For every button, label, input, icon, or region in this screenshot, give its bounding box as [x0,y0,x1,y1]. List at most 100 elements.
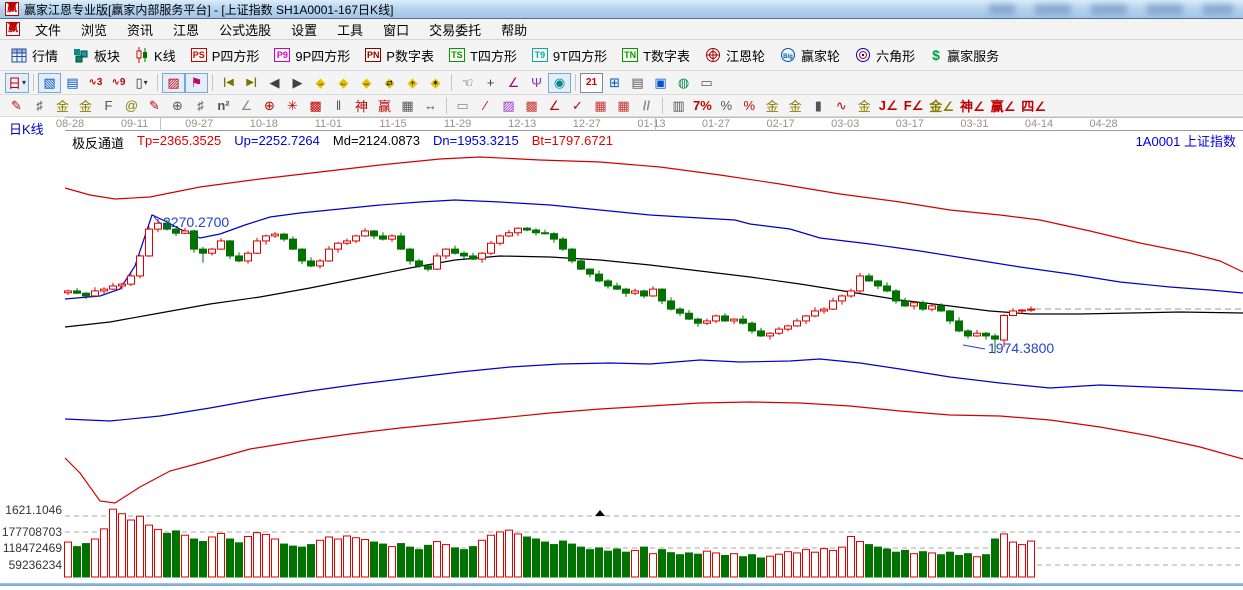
save-button[interactable]: ▣ [649,73,672,93]
menu-gann[interactable]: 江恩 [163,19,209,39]
hand-tool-button[interactable]: ☜ [456,73,479,93]
zoom-h-expand-button[interactable]: ◆↔ [355,73,378,93]
grid-red-1-button[interactable]: ▦ [589,97,612,115]
quotes-button[interactable]: 行情 [5,44,67,67]
9t-square-button[interactable]: T99T四方形 [526,44,616,67]
crosshair-tool-button[interactable]: + [479,73,502,93]
menu-help[interactable]: 帮助 [491,19,537,39]
f-angle-button[interactable]: F∠ [901,97,927,115]
menu-browse[interactable]: 浏览 [71,19,117,39]
brush-tool-button[interactable]: ✎ [5,97,28,115]
chart-style-button[interactable]: ▧ [38,73,61,93]
four-angle-button[interactable]: 四∠ [1018,97,1049,115]
ray-fan-button[interactable]: ∕ [474,97,497,115]
wave-9-button[interactable]: ∿9 [107,73,130,93]
winner-wheel-button[interactable]: Big赢家轮 [774,44,849,67]
fib-lines-button[interactable]: F [97,97,120,115]
first-page-button[interactable]: |◀ [217,73,240,93]
notes-button[interactable]: ▤ [626,73,649,93]
print-button[interactable]: ▭ [695,73,718,93]
spiral-tool-button[interactable]: @ [120,97,143,115]
pen-bars-button[interactable]: ▮ [807,97,830,115]
winner-service-button[interactable]: $赢家服务 [924,44,1008,67]
t-square-button[interactable]: TST四方形 [443,44,526,67]
stat-bars-button[interactable]: ▥ [667,97,690,115]
titlebar-blurred-item[interactable] [1147,4,1183,15]
zoom-reset-button[interactable]: ◆✶ [424,73,447,93]
mesh-box-button[interactable]: ▩ [520,97,543,115]
pct-button[interactable]: % [715,97,738,115]
menu-tools[interactable]: 工具 [327,19,373,39]
web-page-button[interactable]: ◍ [672,73,695,93]
wave-3-button[interactable]: ∿3 [84,73,107,93]
calendar-button[interactable]: 21 [580,73,603,93]
golden-section-h-button[interactable]: 金 [51,97,74,115]
t-number-table-button[interactable]: TNT数字表 [616,44,699,67]
zoom-out-left-button[interactable]: ◆→ [309,73,332,93]
curve-check-button[interactable]: ✓ [566,97,589,115]
chart-canvas[interactable]: 1621.1046177708703118472469592362342270.… [0,117,1243,583]
trend-pen-button[interactable]: ✎ [143,97,166,115]
titlebar-blurred-item[interactable] [989,4,1015,15]
sectors-button[interactable]: 板块 [67,44,129,67]
hexagon-button[interactable]: 六角形 [849,44,924,67]
h-measure-button[interactable]: ↔ [419,97,442,115]
single-kline-button[interactable]: ▯▾ [130,73,153,93]
diagonal-box-button[interactable]: ▨ [497,97,520,115]
angle-tool-button[interactable]: ∠ [502,73,525,93]
gold-line-button[interactable]: 金 [784,97,807,115]
mind-map-button[interactable]: ◉ [548,73,571,93]
chart-region[interactable]: 1621.1046177708703118472469592362342270.… [0,117,1243,583]
menu-file[interactable]: 文件 [25,19,71,39]
p-number-table-button[interactable]: PNP数字表 [359,44,443,67]
square-web-button[interactable]: ▩ [304,97,327,115]
zoom-h-shrink-button[interactable]: ◆⇄ [378,73,401,93]
pct-line-button[interactable]: % [738,97,761,115]
titlebar-blurred-item[interactable] [1203,4,1233,15]
menu-settings[interactable]: 设置 [281,19,327,39]
angle-pencil-button[interactable]: ∠ [235,97,258,115]
zoom-out-right-button[interactable]: ◆← [332,73,355,93]
menu-formula-stockpick[interactable]: 公式选股 [209,19,281,39]
wave-band-button[interactable]: ∿ [830,97,853,115]
menu-trade[interactable]: 交易委托 [419,19,491,39]
kline-button[interactable]: K线 [129,44,185,67]
period-day-button[interactable]: 日▾ [5,73,29,93]
last-page-button[interactable]: ▶| [240,73,263,93]
zoom-in-all-button[interactable]: ◆+ [401,73,424,93]
prev-page-button[interactable]: ◀ [263,73,286,93]
angle-line-button[interactable]: ∠ [543,97,566,115]
titlebar-blurred-item[interactable] [1091,4,1127,15]
next-page-button[interactable]: ▶ [286,73,309,93]
percent-lines-button[interactable]: ♯ [189,97,212,115]
menu-window[interactable]: 窗口 [373,19,419,39]
price-grid-button[interactable]: ▦ [396,97,419,115]
pct-7-button[interactable]: 7% [690,97,715,115]
calculator-button[interactable]: ⊞ [603,73,626,93]
gann-grid-button[interactable]: ♯ [28,97,51,115]
gann-box-tool-button[interactable]: Ψ [525,73,548,93]
gold-circle-button[interactable]: 金 [761,97,784,115]
j-angle-button[interactable]: J∠ [876,97,901,115]
box-select-button[interactable]: ▭ [451,97,474,115]
gold-angle-button[interactable]: 金∠ [926,97,957,115]
square-of-nine-button[interactable]: n² [212,97,235,115]
gann-wheel-button[interactable]: 江恩轮 [699,44,774,67]
vertical-lines-button[interactable]: ‖ [327,97,350,115]
titlebar-blurred-item[interactable] [1035,4,1071,15]
crosshair-circle-button[interactable]: ⊕ [258,97,281,115]
golden-section-v-button[interactable]: 金 [74,97,97,115]
shen-grid-button[interactable]: 神 [350,97,373,115]
pane-splitter-handle[interactable] [595,510,605,516]
color-sort-flag-button[interactable]: ⚑ [185,73,208,93]
indicator-list-button[interactable]: ▤ [61,73,84,93]
gold-band-button[interactable]: 金 [853,97,876,115]
titlebar-blurred-items[interactable] [989,4,1233,15]
pattern-lattice-button[interactable]: ▨ [162,73,185,93]
grid-red-2-button[interactable]: ▦ [612,97,635,115]
gann-circle-button[interactable]: ⊕ [166,97,189,115]
shen-angle-button[interactable]: 神∠ [957,97,988,115]
p-square-button[interactable]: PSP四方形 [185,44,269,67]
win-angle-button[interactable]: 赢∠ [988,97,1019,115]
menu-news[interactable]: 资讯 [117,19,163,39]
